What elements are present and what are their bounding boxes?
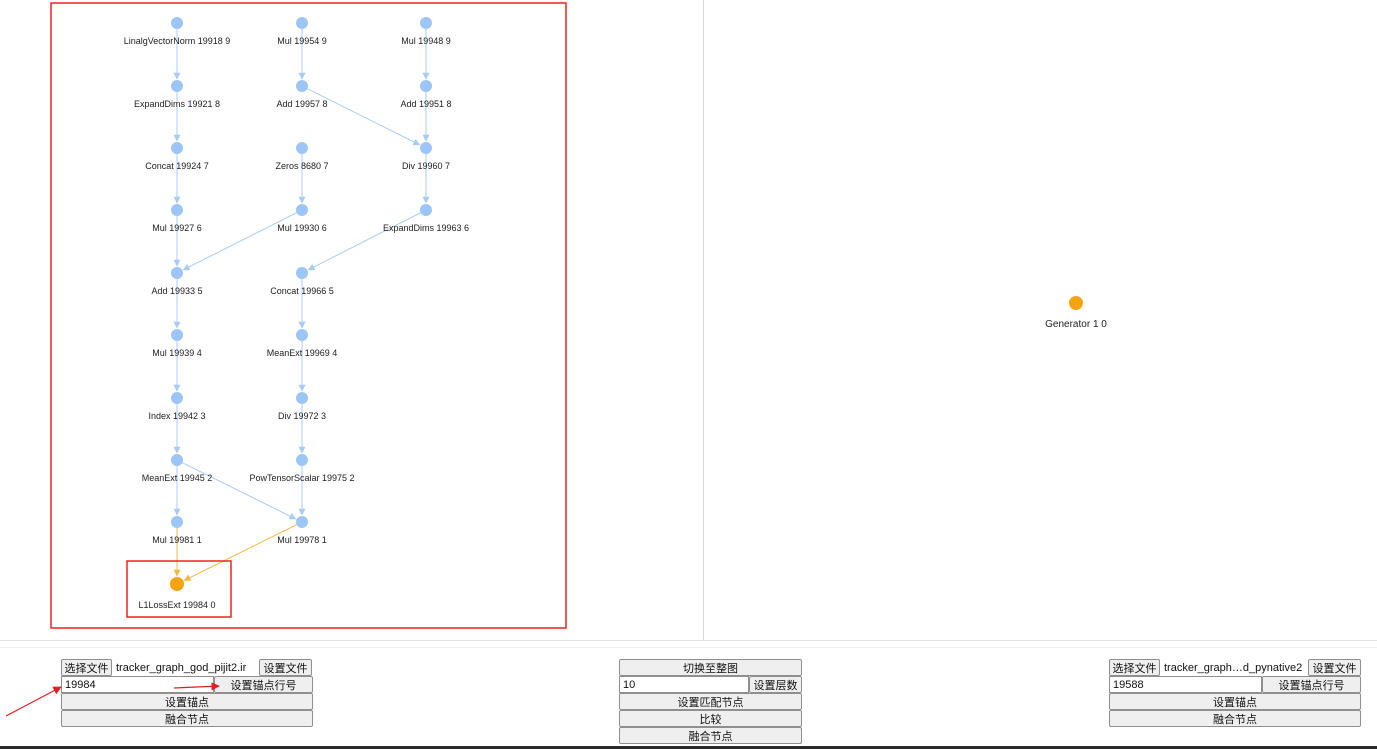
node-label: Mul 19948 9 — [401, 36, 451, 46]
anchor-node-dot[interactable] — [170, 577, 184, 591]
layer-count-input[interactable]: 10 — [619, 676, 749, 693]
node-label: Concat 19924 7 — [145, 161, 209, 171]
node-label: Mul 19939 4 — [152, 348, 202, 358]
left-graph-nodes: LinalgVectorNorm 19918 9 Mul 19954 9 Mul 1… — [124, 17, 469, 610]
graph-edge — [307, 88, 421, 146]
annotation-arrow-to-input — [5, 686, 62, 717]
node-label: MeanExt 19969 4 — [267, 348, 338, 358]
node-dot[interactable] — [296, 204, 308, 216]
set-anchor-button[interactable]: 设置锚点 — [61, 693, 313, 710]
set-file-right-button[interactable]: 设置文件 — [1308, 659, 1361, 676]
graph-edge — [183, 524, 297, 581]
graph-node[interactable]: L1LossExt 19984 0 — [138, 577, 216, 610]
set-file-button[interactable]: 设置文件 — [259, 659, 312, 676]
node-label: Add 19933 5 — [151, 286, 202, 296]
bottom-divider-secondary — [0, 647, 1377, 648]
node-dot[interactable] — [296, 454, 308, 466]
node-dot[interactable] — [296, 392, 308, 404]
set-anchor-line-button[interactable]: 设置锚点行号 — [214, 676, 313, 693]
node-label: Mul 19981 1 — [152, 535, 202, 545]
node-dot[interactable] — [171, 454, 183, 466]
anchor-line-right-input[interactable]: 19588 — [1109, 676, 1262, 693]
merge-nodes-center-button[interactable]: 融合节点 — [619, 727, 802, 744]
node-label: LinalgVectorNorm 19918 9 — [124, 36, 231, 46]
node-label: Add 19951 8 — [400, 99, 451, 109]
anchor-node-dot[interactable] — [1069, 296, 1083, 310]
graph-node[interactable]: ExpandDims 19963 6 — [383, 204, 469, 233]
node-label: Div 19972 3 — [278, 411, 326, 421]
node-dot[interactable] — [171, 329, 183, 341]
node-label: Mul 19954 9 — [277, 36, 327, 46]
set-anchor-line-right-button[interactable]: 设置锚点行号 — [1262, 676, 1361, 693]
node-dot[interactable] — [171, 204, 183, 216]
bottom-divider — [0, 640, 1377, 641]
node-label: Mul 19978 1 — [277, 535, 327, 545]
merge-nodes-button[interactable]: 融合节点 — [61, 710, 313, 727]
set-anchor-right-button[interactable]: 设置锚点 — [1109, 693, 1361, 710]
file-name-label: tracker_graph_god_pijit2.ir — [116, 661, 247, 674]
node-dot[interactable] — [420, 142, 432, 154]
graph-edge — [307, 212, 421, 271]
node-dot[interactable] — [171, 392, 183, 404]
node-label: ExpandDims 19921 8 — [134, 99, 220, 109]
node-label: Div 19960 7 — [402, 161, 450, 171]
switch-full-graph-button[interactable]: 切换至整图 — [619, 659, 802, 676]
compare-button[interactable]: 比较 — [619, 710, 802, 727]
node-dot[interactable] — [296, 80, 308, 92]
graph-canvas[interactable]: LinalgVectorNorm 19918 9 Mul 19954 9 Mul 1… — [0, 0, 1377, 640]
node-label: Concat 19966 5 — [270, 286, 334, 296]
node-dot[interactable] — [420, 17, 432, 29]
graph-edge — [182, 212, 297, 271]
node-dot[interactable] — [296, 329, 308, 341]
node-dot[interactable] — [296, 17, 308, 29]
node-label: Zeros 8680 7 — [275, 161, 328, 171]
node-dot[interactable] — [296, 142, 308, 154]
node-label: ExpandDims 19963 6 — [383, 223, 469, 233]
choose-file-button[interactable]: 选择文件 — [61, 659, 112, 676]
node-label: Mul 19927 6 — [152, 223, 202, 233]
node-dot[interactable] — [171, 17, 183, 29]
node-dot[interactable] — [171, 516, 183, 528]
node-label: Index 19942 3 — [148, 411, 205, 421]
node-dot[interactable] — [171, 80, 183, 92]
node-label: Add 19957 8 — [276, 99, 327, 109]
file-name-right-label: tracker_graph…d_pynative2.ir — [1164, 661, 1303, 674]
set-match-nodes-button[interactable]: 设置匹配节点 — [619, 693, 802, 710]
graph-node[interactable]: Generator 1 0 — [1045, 296, 1107, 330]
node-label: MeanExt 19945 2 — [142, 473, 213, 483]
pane-divider — [703, 0, 704, 640]
node-dot[interactable] — [296, 516, 308, 528]
graph-canvas-area[interactable]: LinalgVectorNorm 19918 9 Mul 19954 9 Mul 1… — [0, 0, 1377, 640]
anchor-line-input[interactable]: 19984 — [61, 676, 214, 693]
merge-nodes-right-button[interactable]: 融合节点 — [1109, 710, 1361, 727]
node-label: Generator 1 0 — [1045, 319, 1107, 330]
graph-edge — [182, 462, 297, 520]
left-graph-edges — [173, 29, 430, 581]
right-graph-nodes: Generator 1 0 — [1045, 296, 1107, 330]
choose-file-right-button[interactable]: 选择文件 — [1109, 659, 1160, 676]
node-label: L1LossExt 19984 0 — [138, 600, 215, 610]
node-dot[interactable] — [171, 142, 183, 154]
node-dot[interactable] — [420, 80, 432, 92]
node-dot[interactable] — [296, 267, 308, 279]
node-dot[interactable] — [171, 267, 183, 279]
node-label: PowTensorScalar 19975 2 — [249, 473, 354, 483]
node-label: Mul 19930 6 — [277, 223, 327, 233]
node-dot[interactable] — [420, 204, 432, 216]
set-layers-button[interactable]: 设置层数 — [749, 676, 802, 693]
